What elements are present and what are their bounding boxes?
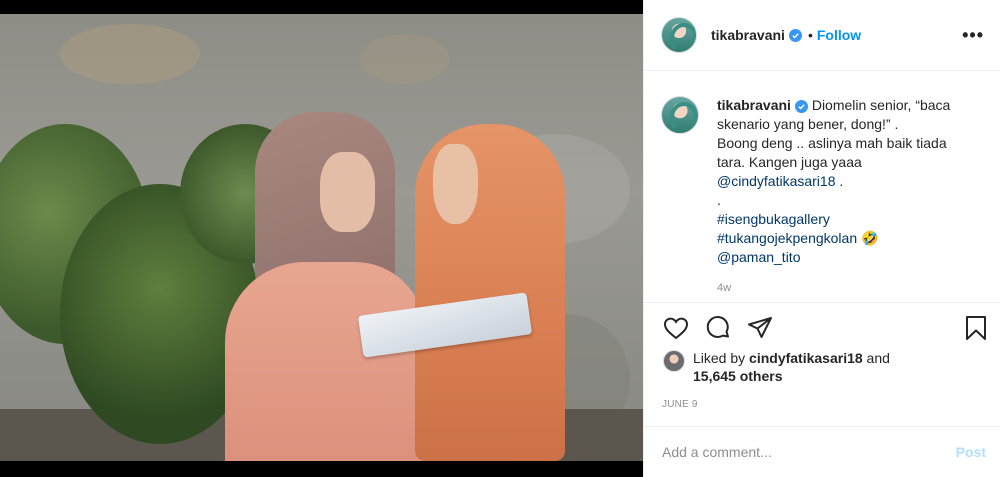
more-options-icon[interactable]: ••• (962, 26, 984, 44)
comments-section: tikabravani Diomelin senior, “baca skena… (644, 72, 1000, 301)
likes-summary: Liked by cindyfatikasari18 and 15,645 ot… (663, 349, 984, 385)
mention-link[interactable]: @cindyfatikasari18 (717, 173, 836, 189)
post-photo[interactable] (0, 14, 643, 461)
comment-icon[interactable] (704, 314, 732, 342)
caption-text: . (717, 192, 721, 208)
caption-avatar[interactable] (661, 96, 699, 134)
post-date[interactable]: JUNE 9 (662, 399, 698, 410)
action-bar (644, 302, 1000, 352)
verified-badge-icon (794, 100, 808, 113)
post-modal: tikabravani • Follow ••• tikabravani Dio… (0, 0, 1000, 477)
likes-prefix: Liked by (693, 350, 750, 366)
post-caption: tikabravani Diomelin senior, “baca skena… (717, 96, 977, 301)
separator-dot: • (807, 27, 813, 43)
hashtag-link[interactable]: #tukangojekpengkolan (717, 230, 857, 246)
wall-texture (360, 34, 450, 84)
post-timestamp[interactable]: 4w (717, 279, 977, 298)
author-avatar[interactable] (661, 17, 697, 53)
verified-badge-icon (788, 28, 802, 42)
caption-username[interactable]: tikabravani (717, 97, 791, 113)
bookmark-icon[interactable] (962, 314, 990, 342)
share-icon[interactable] (746, 314, 774, 342)
liker-username[interactable]: cindyfatikasari18 (749, 350, 863, 366)
comment-input[interactable]: Add a comment... (662, 444, 772, 460)
post-comment-button[interactable]: Post (956, 444, 986, 460)
liker-avatar[interactable] (663, 350, 685, 372)
likes-middle: and (862, 350, 890, 366)
add-comment-bar: Add a comment... Post (644, 426, 1000, 477)
post-header: tikabravani • Follow ••• (644, 0, 1000, 71)
author-username[interactable]: tikabravani (711, 27, 785, 43)
likes-text: Liked by cindyfatikasari18 and 15,645 ot… (693, 349, 890, 385)
mention-link[interactable]: @paman_tito (717, 249, 800, 265)
hashtag-link[interactable]: #isengbukagallery (717, 211, 830, 227)
heart-icon[interactable] (662, 314, 690, 342)
likes-count[interactable]: 15,645 others (693, 368, 783, 384)
wall-texture (60, 24, 200, 84)
caption-emoji: 🤣 (857, 230, 879, 246)
person-orange (395, 124, 585, 461)
caption-text: Boong deng .. aslinya mah baik tiada tar… (717, 135, 947, 170)
follow-button[interactable]: Follow (817, 27, 861, 43)
post-sidebar: tikabravani • Follow ••• tikabravani Dio… (643, 0, 1000, 477)
caption-text: . (835, 173, 844, 189)
